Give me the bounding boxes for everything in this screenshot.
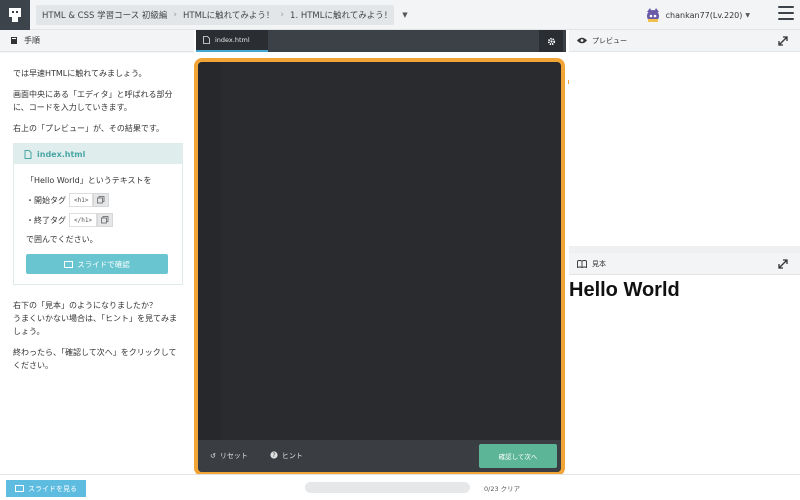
sample-content: Hello World xyxy=(569,279,680,301)
progress-label: 0/23 クリア xyxy=(484,485,521,493)
sample-title: 見本 xyxy=(592,259,606,268)
close-tag-row: ・終了タグ </h1> xyxy=(26,213,174,227)
breadcrumb-course[interactable]: HTML & CSS 学習コース 初級編 xyxy=(36,9,173,21)
logo-icon xyxy=(9,8,21,22)
avatar xyxy=(646,8,659,22)
breadcrumb: HTML & CSS 学習コース 初級編 › HTMLに触れてみよう！ › 1.… xyxy=(36,5,408,25)
chevron-down-icon[interactable]: ▼ xyxy=(402,11,407,19)
progress-bar xyxy=(305,482,470,493)
wrap-text: で囲んでください。 xyxy=(26,235,98,244)
task-instruction-row: 「Hello World」というテキストを xyxy=(26,174,174,187)
file-icon xyxy=(203,36,210,44)
close-tag-code: </h1> xyxy=(69,213,98,227)
user-label: chankan77(Lv.220) xyxy=(665,10,743,20)
task-card-body: 「Hello World」というテキストを ・開始タグ <h1> ・終了タグ <… xyxy=(14,164,182,284)
instructions-header: 手順 xyxy=(0,30,194,52)
preview-header: プレビュー xyxy=(569,30,800,52)
slide-icon xyxy=(64,260,74,268)
preview-title: プレビュー xyxy=(592,36,627,45)
instructions-title: 手順 xyxy=(24,36,40,45)
sample-header: 見本 xyxy=(569,253,800,275)
task-card-header: index.html xyxy=(14,144,182,164)
top-bar: HTML & CSS 学習コース 初級編 › HTMLに触れてみよう！ › 1.… xyxy=(0,0,800,30)
see-slides-button[interactable]: スライドを見る xyxy=(6,480,86,497)
instruction-text: 右下の「見本」のようになりましたか？ xyxy=(13,301,157,310)
close-tag-label: ・終了タグ xyxy=(26,215,66,225)
copy-icon[interactable] xyxy=(93,193,110,207)
editor-tab-bar: index.html xyxy=(196,30,566,52)
slide-icon xyxy=(15,485,24,492)
task-card: index.html 「Hello World」というテキストを ・開始タグ <… xyxy=(13,143,183,285)
check-next-button[interactable]: 確認して次へ xyxy=(479,444,557,468)
svg-text:?: ? xyxy=(272,452,275,459)
preview-area xyxy=(569,53,800,246)
instructions-body: では早速HTMLに触れてみましょう。 画面中央にある「エディタ」と呼ばれる部分に… xyxy=(0,53,194,472)
instructions-panel: 手順 では早速HTMLに触れてみましょう。 画面中央にある「エディタ」と呼ばれる… xyxy=(0,30,194,472)
instruction-text: 右上の「プレビュー」が、その結果です。 xyxy=(13,124,165,133)
copy-icon[interactable] xyxy=(97,213,114,227)
instruction-text: では早速HTMLに触れてみましょう。 xyxy=(13,69,147,78)
open-tag-code: <h1> xyxy=(69,193,94,207)
open-book-icon xyxy=(577,259,587,268)
logo[interactable] xyxy=(0,0,30,30)
expand-icon[interactable] xyxy=(778,36,788,46)
breadcrumb-lesson[interactable]: 1. HTMLに触れてみよう！ xyxy=(284,9,398,21)
editor-tab-label: index.html xyxy=(215,36,250,44)
question-icon: ? xyxy=(270,451,278,461)
instruction-text: うまくいかない場合は、「ヒント」を見てみましょう。 xyxy=(13,314,177,336)
chevron-down-icon: ▼ xyxy=(745,11,750,19)
code-editor[interactable]: ↺ リセット ? ヒント 確認して次へ xyxy=(194,58,565,476)
slide-confirm-button[interactable]: スライドで確認 xyxy=(26,254,168,274)
hamburger-menu-icon[interactable] xyxy=(778,6,794,20)
bottom-bar: スライドを見る 0/23 クリア xyxy=(0,474,800,500)
open-tag-row: ・開始タグ <h1> xyxy=(26,193,174,207)
hint-button[interactable]: ? ヒント xyxy=(270,451,303,461)
editor-footer: ↺ リセット ? ヒント 確認して次へ xyxy=(198,440,561,472)
breadcrumb-chapter[interactable]: HTMLに触れてみよう！ xyxy=(177,9,280,21)
file-icon xyxy=(24,149,32,159)
book-icon xyxy=(11,37,17,44)
slide-confirm-label: スライドで確認 xyxy=(77,259,130,269)
task-instruction: 「Hello World」というテキストを xyxy=(26,176,152,185)
instruction-text: 画面中央にある「エディタ」と呼ばれる部分に、コードを入力していきます。 xyxy=(13,90,173,112)
task-file-label: index.html xyxy=(37,149,86,159)
eye-icon xyxy=(577,37,587,44)
reset-button[interactable]: ↺ リセット xyxy=(210,451,248,461)
reset-label: リセット xyxy=(219,452,248,460)
tab-index-html[interactable]: index.html xyxy=(196,30,268,52)
gear-icon[interactable] xyxy=(539,30,563,52)
undo-icon: ↺ xyxy=(210,452,216,460)
open-tag-label: ・開始タグ xyxy=(26,195,66,205)
user-menu[interactable]: chankan77(Lv.220) ▼ xyxy=(644,6,750,24)
instruction-text: 終わったら、「確認して次へ」をクリックしてください。 xyxy=(13,348,177,370)
line-gutter xyxy=(198,62,222,440)
see-slides-label: スライドを見る xyxy=(28,484,77,493)
hint-label: ヒント xyxy=(281,452,303,460)
panel-divider[interactable] xyxy=(569,246,800,253)
expand-icon[interactable] xyxy=(778,259,788,269)
